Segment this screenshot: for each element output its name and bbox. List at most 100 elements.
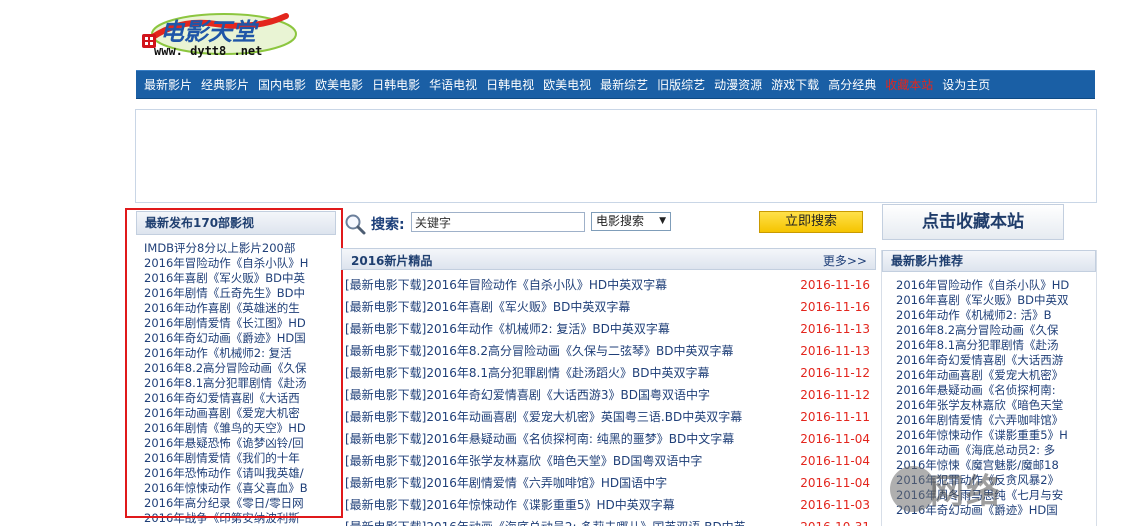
movie-row: [最新电影下载]2016年悬疑动画《名侦探柯南: 纯黑的噩梦》BD中文字幕 201…	[341, 428, 876, 450]
latest-release-item[interactable]: 2016年动画喜剧《爱宠大机密	[144, 406, 336, 421]
recommended-panel: 最新影片推荐 2016年冒险动作《自杀小队》HD 2016年喜剧《军火贩》BD中英…	[881, 250, 1097, 526]
movie-title-link[interactable]: [最新电影下载]2016年喜剧《军火贩》BD中英双字幕	[345, 296, 630, 318]
latest-release-item[interactable]: 2016年动作《机械师2: 复活	[144, 346, 336, 361]
movie-date: 2016-11-04	[800, 454, 870, 468]
latest-release-item[interactable]: 2016年恐怖动作《请叫我英雄/	[144, 466, 336, 481]
movie-date: 2016-11-04	[800, 476, 870, 490]
latest-release-title: 最新发布170部影视	[136, 211, 336, 235]
nav-item[interactable]: 动漫资源	[714, 76, 762, 93]
recommended-item[interactable]: 2016年惊悚动作《谍影重重5》H	[896, 428, 1096, 443]
more-link[interactable]: 更多>>	[823, 252, 867, 269]
recommended-item[interactable]: 2016年8.1高分犯罪剧情《赴汤	[896, 338, 1096, 353]
nav-item[interactable]: 最新综艺	[600, 76, 648, 93]
latest-release-item[interactable]: 2016年奇幻动画《爵迹》HD国	[144, 331, 336, 346]
recommended-item[interactable]: 2016年动画喜剧《爱宠大机密》	[896, 368, 1096, 383]
latest-release-item[interactable]: 2016年悬疑恐怖《诡梦凶铃/回	[144, 436, 336, 451]
movie-title-link[interactable]: [最新电影下载]2016年8.1高分犯罪剧情《赴汤蹈火》BD中英双字幕	[345, 362, 709, 384]
latest-release-item[interactable]: 2016年奇幻爱情喜剧《大话西	[144, 391, 336, 406]
nav-item[interactable]: 旧版综艺	[657, 76, 705, 93]
new-movies-header: 2016新片精品 更多>>	[341, 248, 876, 270]
nav-item[interactable]: 经典影片	[201, 76, 249, 93]
nav-item[interactable]: 游戏下载	[771, 76, 819, 93]
search-type-value: 电影搜索	[596, 214, 645, 228]
logo-url: www. dytt8 .net	[154, 44, 263, 58]
nav-item[interactable]: 日韩电影	[372, 76, 420, 93]
nav-item[interactable]: 国内电影	[258, 76, 306, 93]
latest-release-item[interactable]: IMDB评分8分以上影片200部	[144, 241, 336, 256]
movie-title-link[interactable]: [最新电影下载]2016年惊悚动作《谍影重重5》HD中英双字幕	[345, 494, 675, 516]
nav-item[interactable]: 收藏本站	[885, 76, 933, 93]
nav-item[interactable]: 高分经典	[828, 76, 876, 93]
nav-item[interactable]: 设为主页	[942, 76, 990, 93]
movie-title-link[interactable]: [最新电影下载]2016年8.2高分冒险动画《久保与二弦琴》BD中英双字幕	[345, 340, 733, 362]
latest-release-item[interactable]: 2016年剧情爱情《长江图》HD	[144, 316, 336, 331]
search-bar: 搜索: 电影搜索 ▼ 立即搜索	[341, 207, 875, 240]
movie-row: [最新电影下载]2016年动画《海底总动员2: 多莉去哪儿》国英双语.BD中英 2…	[341, 516, 876, 526]
dropdown-arrow-icon: ▼	[659, 216, 666, 226]
movie-title-link[interactable]: [最新电影下载]2016年奇幻爱情喜剧《大话西游3》BD国粤双语中字	[345, 384, 710, 406]
movie-title-link[interactable]: [最新电影下载]2016年冒险动作《自杀小队》HD中英双字幕	[345, 274, 667, 296]
movie-row: [最新电影下载]2016年8.2高分冒险动画《久保与二弦琴》BD中英双字幕 201…	[341, 340, 876, 362]
recommended-item[interactable]: 2016年奇幻爱情喜剧《大话西游	[896, 353, 1096, 368]
latest-release-item[interactable]: 2016年惊悚动作《喜父喜血》B	[144, 481, 336, 496]
main-nav: 最新影片 经典影片 国内电影 欧美电影 日韩电影 华语电视 日韩电视 欧美电视 最新综艺 旧版综艺…	[136, 70, 1095, 99]
latest-release-item[interactable]: 2016年8.2高分冒险动画《久保	[144, 361, 336, 376]
movie-title-link[interactable]: [最新电影下载]2016年动作《机械师2: 复活》BD中英双字幕	[345, 318, 670, 340]
recommended-item[interactable]: 2016年剧情爱情《六弄咖啡馆》	[896, 413, 1096, 428]
movie-row: [最新电影下载]2016年8.1高分犯罪剧情《赴汤蹈火》BD中英双字幕 2016-…	[341, 362, 876, 384]
latest-release-item[interactable]: 2016年剧情《丘奇先生》BD中	[144, 286, 336, 301]
latest-release-item[interactable]: 2016年剧情爱情《我们的十年	[144, 451, 336, 466]
recommended-item[interactable]: 2016年动作《机械师2: 活》B	[896, 308, 1096, 323]
latest-release-item[interactable]: 2016年高分纪录《零日/零日网	[144, 496, 336, 511]
new-movies-title: 2016新片精品	[351, 254, 433, 268]
recommended-item[interactable]: 2016年喜剧《军火贩》BD中英双	[896, 293, 1096, 308]
movie-title-link[interactable]: [最新电影下载]2016年剧情爱情《六弄咖啡馆》HD国语中字	[345, 472, 667, 494]
latest-release-item[interactable]: 2016年冒险动作《自杀小队》H	[144, 256, 336, 271]
movie-row: [最新电影下载]2016年动画喜剧《爱宠大机密》英国粤三语.BD中英双字幕 201…	[341, 406, 876, 428]
nav-item[interactable]: 欧美电视	[543, 76, 591, 93]
movie-row: [最新电影下载]2016年张学友林嘉欣《暗色天堂》BD国粤双语中字 2016-11…	[341, 450, 876, 472]
search-label: 搜索:	[371, 217, 405, 233]
search-input[interactable]	[411, 212, 585, 232]
search-button[interactable]: 立即搜索	[759, 211, 863, 233]
movie-date: 2016-11-12	[800, 366, 870, 380]
latest-release-item[interactable]: 2016年剧情《雏鸟的天空》HD	[144, 421, 336, 436]
logo-title: 电影天堂	[160, 18, 256, 46]
movie-title-link[interactable]: [最新电影下载]2016年动画《海底总动员2: 多莉去哪儿》国英双语.BD中英	[345, 516, 746, 526]
movie-row: [最新电影下载]2016年剧情爱情《六弄咖啡馆》HD国语中字 2016-11-04	[341, 472, 876, 494]
recommended-item[interactable]: 2016年张学友林嘉欣《暗色天堂	[896, 398, 1096, 413]
movie-title-link[interactable]: [最新电影下载]2016年悬疑动画《名侦探柯南: 纯黑的噩梦》BD中文字幕	[345, 428, 734, 450]
site-logo[interactable]: 电影天堂 www. dytt8 .net	[136, 8, 298, 64]
movie-date: 2016-11-16	[800, 278, 870, 292]
latest-release-item[interactable]: 2016年喜剧《军火贩》BD中英	[144, 271, 336, 286]
bookmark-site-button[interactable]: 点击收藏本站	[882, 204, 1064, 240]
recommended-item[interactable]: 2016年冒险动作《自杀小队》HD	[896, 278, 1096, 293]
recommended-item[interactable]: 2016年犯罪动作《反贪风暴2》	[896, 473, 1096, 488]
recommended-item[interactable]: 2016年8.2高分冒险动画《久保	[896, 323, 1096, 338]
movie-row: [最新电影下载]2016年惊悚动作《谍影重重5》HD中英双字幕 2016-11-0…	[341, 494, 876, 516]
search-type-select[interactable]: 电影搜索 ▼	[591, 212, 671, 231]
movie-row: [最新电影下载]2016年动作《机械师2: 复活》BD中英双字幕 2016-11-…	[341, 318, 876, 340]
recommended-item[interactable]: 2016年悬疑动画《名侦探柯南:	[896, 383, 1096, 398]
nav-item[interactable]: 日韩电视	[486, 76, 534, 93]
latest-release-item[interactable]: 2016年动作喜剧《英雄迷的生	[144, 301, 336, 316]
nav-list: 最新影片 经典影片 国内电影 欧美电影 日韩电影 华语电视 日韩电视 欧美电视 最新综艺 旧版综艺…	[136, 71, 1095, 98]
search-icon	[345, 214, 366, 235]
latest-release-panel: 最新发布170部影视 IMDB评分8分以上影片200部 2016年冒险动作《自杀小…	[136, 211, 336, 526]
nav-item[interactable]: 欧美电影	[315, 76, 363, 93]
movie-title-link[interactable]: [最新电影下载]2016年动画喜剧《爱宠大机密》英国粤三语.BD中英双字幕	[345, 406, 742, 428]
recommended-item[interactable]: 2016年惊悚《魔宫魅影/魔邮18	[896, 458, 1096, 473]
recommended-item[interactable]: 2016年动画《海底总动员2: 多	[896, 443, 1096, 458]
latest-release-item[interactable]: 2016年战争《印第安纳波利斯	[144, 511, 336, 526]
movie-title-link[interactable]: [最新电影下载]2016年张学友林嘉欣《暗色天堂》BD国粤双语中字	[345, 450, 702, 472]
movie-date: 2016-11-13	[800, 322, 870, 336]
movie-date: 2016-11-16	[800, 300, 870, 314]
nav-item[interactable]: 华语电视	[429, 76, 477, 93]
movie-date: 2016-10-31	[800, 516, 870, 526]
latest-release-item[interactable]: 2016年8.1高分犯罪剧情《赴汤	[144, 376, 336, 391]
nav-item[interactable]: 最新影片	[144, 76, 192, 93]
latest-release-list: IMDB评分8分以上影片200部 2016年冒险动作《自杀小队》H 2016年喜剧《…	[136, 235, 336, 526]
recommended-item[interactable]: 2016年周冬雨马思纯《七月与安	[896, 488, 1096, 503]
new-movies-list: [最新电影下载]2016年冒险动作《自杀小队》HD中英双字幕 2016-11-16…	[341, 270, 876, 526]
recommended-item[interactable]: 2016年奇幻动画《爵迹》HD国	[896, 503, 1096, 518]
